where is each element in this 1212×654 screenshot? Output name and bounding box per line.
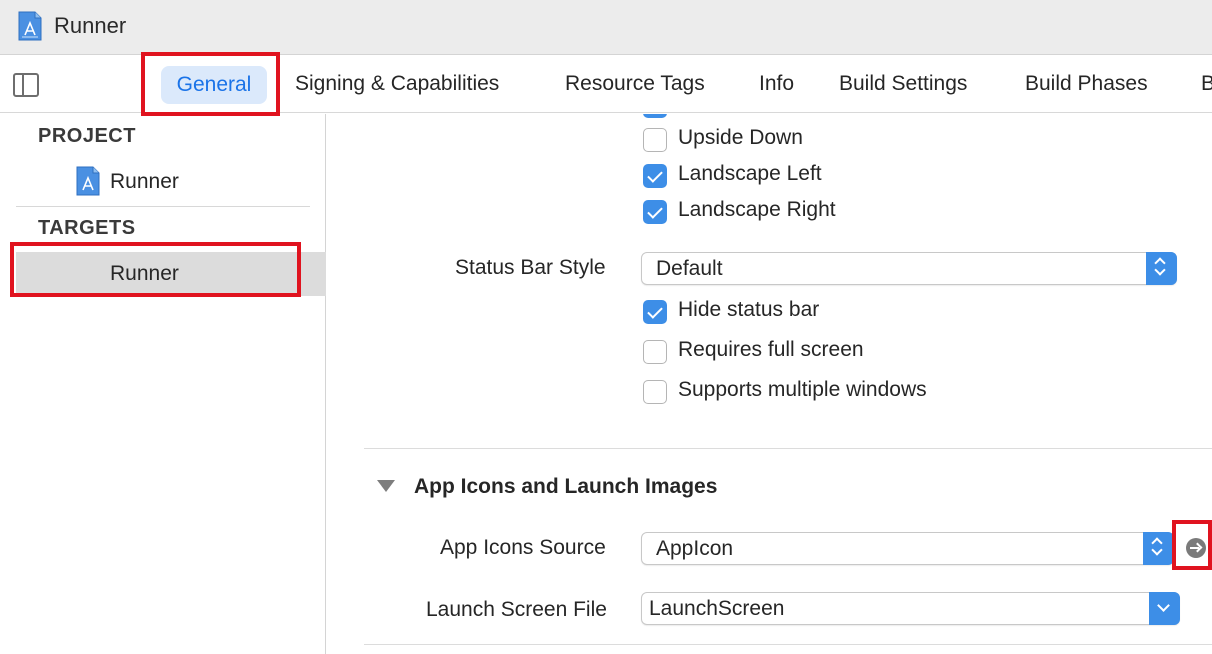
title-bar: Runner [0,0,1212,55]
launch-screen-file-label: Launch Screen File [426,598,607,621]
targets-section-header: TARGETS [38,217,136,239]
disclosure-triangle-icon[interactable] [377,480,395,492]
sidebar-item-label: Runner [110,170,179,193]
general-settings-content: Upside Down Landscape Left Landscape Rig… [327,114,1212,654]
editor-tab-bar: General Signing & Capabilities Resource … [0,56,1212,113]
landscape-left-label: Landscape Left [678,162,822,185]
app-icons-section-title: App Icons and Launch Images [414,475,718,498]
requires-full-screen-label: Requires full screen [678,338,864,361]
upside-down-label: Upside Down [678,126,803,149]
project-navigator-sidebar: PROJECT Runner TARGETS Runner [0,114,326,654]
project-section-header: PROJECT [38,125,136,147]
app-icons-source-value: AppIcon [656,537,734,560]
status-bar-style-value: Default [656,257,723,280]
requires-full-screen-checkbox[interactable] [643,340,667,364]
tab-info[interactable]: Info [759,69,794,99]
tab-build-settings[interactable]: Build Settings [839,69,967,99]
window-title: Runner [54,13,127,38]
landscape-right-label: Landscape Right [678,198,836,221]
up-down-chevron-icon [1146,252,1177,285]
chevron-down-icon[interactable] [1149,592,1180,625]
sidebar-item-target-runner[interactable]: Runner [16,252,326,296]
app-icons-source-popup[interactable]: AppIcon [641,532,1174,565]
section-divider [364,448,1212,449]
tab-overflow[interactable]: B [1201,69,1212,99]
sidebar-toggle-icon[interactable] [13,73,39,97]
tab-build-phases[interactable]: Build Phases [1025,69,1148,99]
hide-status-bar-label: Hide status bar [678,298,820,321]
supports-multiple-windows-label: Supports multiple windows [678,378,927,401]
app-icons-source-label: App Icons Source [440,536,606,559]
landscape-right-checkbox[interactable] [643,200,667,224]
partial-checkbox[interactable] [643,114,667,118]
supports-multiple-windows-checkbox[interactable] [643,380,667,404]
status-bar-style-label: Status Bar Style [455,256,606,279]
upside-down-checkbox[interactable] [643,128,667,152]
tab-general[interactable]: General [161,66,267,104]
tab-signing-capabilities[interactable]: Signing & Capabilities [295,69,499,99]
section-divider [364,644,1212,645]
hide-status-bar-checkbox[interactable] [643,300,667,324]
launch-screen-file-value: LaunchScreen [649,597,785,620]
go-to-asset-arrow-icon[interactable] [1186,538,1206,558]
sidebar-divider [16,206,310,207]
up-down-chevron-icon [1143,532,1174,565]
status-bar-style-popup[interactable]: Default [641,252,1177,285]
tab-resource-tags[interactable]: Resource Tags [565,69,705,99]
landscape-left-checkbox[interactable] [643,164,667,188]
sidebar-item-label: Runner [110,262,179,285]
xcode-project-icon [18,11,42,41]
launch-screen-file-combobox[interactable]: LaunchScreen [641,592,1180,625]
xcode-project-icon [76,166,100,196]
